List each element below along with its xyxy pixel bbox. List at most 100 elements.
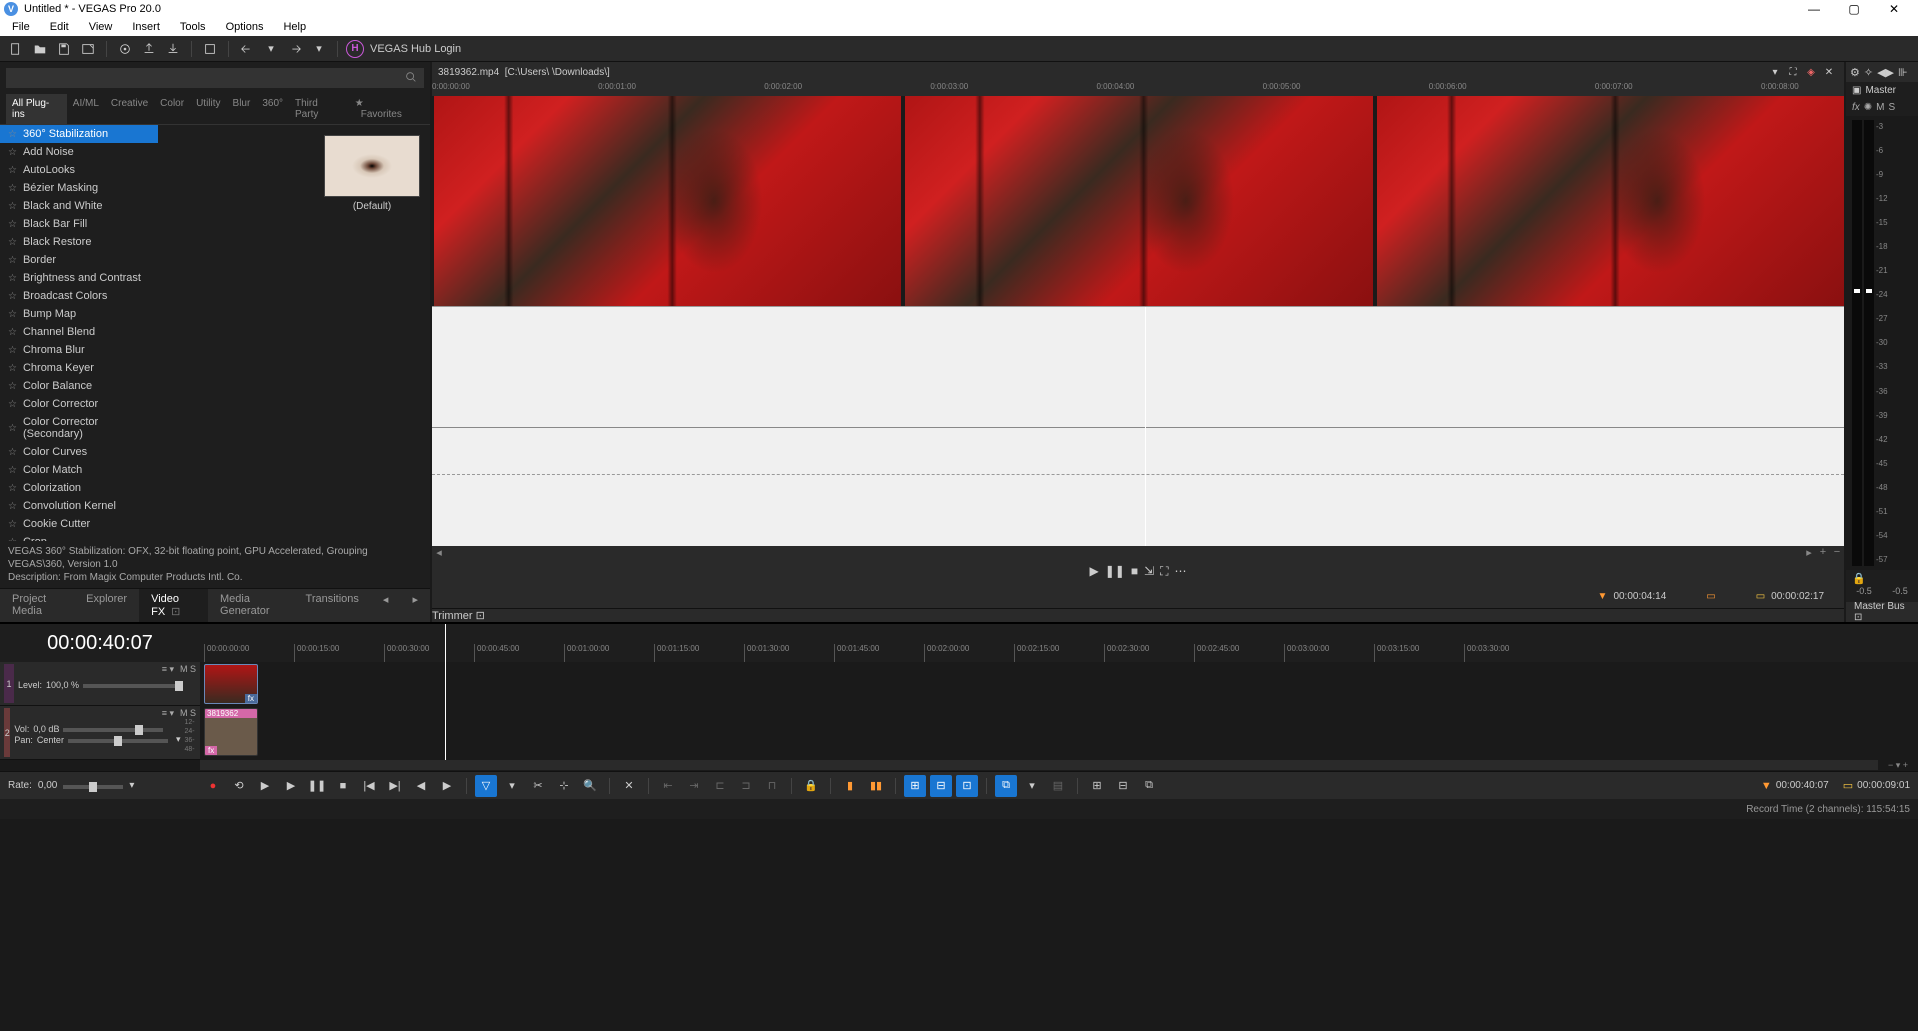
render-icon[interactable] — [78, 39, 98, 59]
timeline-playhead[interactable] — [445, 662, 446, 760]
zoom-button[interactable]: 🔍 — [579, 775, 601, 797]
prev-frame-button[interactable]: ◀ — [410, 775, 432, 797]
close-tab-icon[interactable]: ⊡ — [171, 606, 180, 618]
next-frame-button[interactable]: ▶ — [436, 775, 458, 797]
favorite-star-icon[interactable]: ☆ — [8, 447, 17, 458]
timeline-scrollbar[interactable] — [200, 760, 1878, 770]
redo-icon[interactable] — [285, 39, 305, 59]
undo-icon[interactable] — [237, 39, 257, 59]
trimmer-more-icon[interactable]: ⋯ — [1175, 564, 1187, 578]
record-button[interactable]: ● — [202, 775, 224, 797]
split-button[interactable]: ✂ — [527, 775, 549, 797]
plugin-item[interactable]: ☆Brightness and Contrast — [0, 269, 158, 287]
trimmer-playhead[interactable] — [1145, 307, 1146, 546]
tab-master-bus[interactable]: Master Bus ⊡ — [1846, 599, 1918, 625]
clip-fx-button[interactable]: fx — [205, 746, 217, 755]
trimmer-play-icon[interactable]: ▶ — [1089, 564, 1098, 578]
trimmer-dropdown-icon[interactable]: ▾ — [1766, 63, 1784, 81]
go-start-button[interactable]: |◀ — [358, 775, 380, 797]
master-downmix-icon[interactable]: ◀▶ — [1877, 66, 1894, 79]
ripple2-button[interactable]: ⊟ — [930, 775, 952, 797]
properties-icon[interactable] — [115, 39, 135, 59]
menu-help[interactable]: Help — [275, 21, 314, 33]
plugin-item[interactable]: ☆Black Bar Fill — [0, 215, 158, 233]
favorite-star-icon[interactable]: ☆ — [8, 255, 17, 266]
play-button[interactable]: ▶ — [280, 775, 302, 797]
tab-explorer[interactable]: Explorer — [74, 589, 139, 622]
plugin-item[interactable]: ☆Border — [0, 251, 158, 269]
delete-button[interactable]: ✕ — [618, 775, 640, 797]
crossfade-dropdown[interactable]: ▾ — [1021, 775, 1043, 797]
plugin-item[interactable]: ☆Color Corrector (Secondary) — [0, 413, 158, 443]
tab-color[interactable]: Color — [154, 94, 190, 124]
favorite-star-icon[interactable]: ☆ — [8, 519, 17, 530]
plugin-preset-preview[interactable]: (Default) — [314, 125, 430, 541]
misc1-button[interactable]: ⊞ — [1086, 775, 1108, 797]
favorite-star-icon[interactable]: ☆ — [8, 291, 17, 302]
plugin-item[interactable]: ☆Chroma Blur — [0, 341, 158, 359]
trimmer-scrollbar[interactable]: ◂▸+− — [432, 546, 1844, 558]
timeline-playhead-marker[interactable] — [445, 624, 446, 662]
plugin-item[interactable]: ☆AutoLooks — [0, 161, 158, 179]
upload-icon[interactable] — [139, 39, 159, 59]
plugin-item[interactable]: ☆Bézier Masking — [0, 179, 158, 197]
plugin-search[interactable] — [6, 68, 424, 88]
audio-clip[interactable]: 3819362 fx — [204, 708, 258, 756]
favorite-star-icon[interactable]: ☆ — [8, 129, 17, 140]
search-input[interactable] — [12, 71, 404, 86]
tab-scroll-right[interactable]: ▸ — [400, 589, 430, 622]
trim-start-button[interactable]: ⇤ — [657, 775, 679, 797]
master-mute-button[interactable]: M — [1876, 102, 1884, 113]
track-mute[interactable]: M — [180, 708, 188, 718]
trimmer-ruler[interactable]: 0:00:00:000:00:01:000:00:02:000:00:03:00… — [432, 82, 1844, 96]
loop-button[interactable]: ⟲ — [228, 775, 250, 797]
favorite-star-icon[interactable]: ☆ — [8, 183, 17, 194]
close-button[interactable]: ✕ — [1874, 2, 1914, 16]
track-solo[interactable]: S — [190, 664, 196, 674]
download-icon[interactable] — [163, 39, 183, 59]
plugin-item[interactable]: ☆360° Stabilization — [0, 125, 158, 143]
favorite-star-icon[interactable]: ☆ — [8, 219, 17, 230]
menu-insert[interactable]: Insert — [124, 21, 168, 33]
redo-dropdown-icon[interactable]: ▾ — [309, 39, 329, 59]
plugin-list[interactable]: ☆360° Stabilization☆Add Noise☆AutoLooks☆… — [0, 125, 314, 541]
maximize-button[interactable]: ▢ — [1834, 2, 1874, 16]
go-end-button[interactable]: ▶| — [384, 775, 406, 797]
favorite-star-icon[interactable]: ☆ — [8, 201, 17, 212]
favorite-star-icon[interactable]: ☆ — [8, 465, 17, 476]
stop-button[interactable]: ■ — [332, 775, 354, 797]
trim4-button[interactable]: ⊐ — [735, 775, 757, 797]
favorite-star-icon[interactable]: ☆ — [8, 237, 17, 248]
plugin-item[interactable]: ☆Black and White — [0, 197, 158, 215]
video-clip[interactable]: fx — [204, 664, 258, 704]
favorite-star-icon[interactable]: ☆ — [8, 363, 17, 374]
search-icon[interactable] — [404, 70, 418, 87]
auto-ripple-button[interactable]: ⊞ — [904, 775, 926, 797]
trimmer-pause-icon[interactable]: ❚❚ — [1105, 564, 1125, 578]
audio-track-header[interactable]: 2 ≡ ▾ M S Vol: 0,0 dB Pan: Center ▾ — [0, 706, 200, 760]
vegas-hub-button[interactable]: H VEGAS Hub Login — [346, 40, 461, 58]
plugin-item[interactable]: ☆Colorization — [0, 479, 158, 497]
trimmer-close-icon[interactable]: ✕ — [1820, 63, 1838, 81]
tab-scroll-left[interactable]: ◂ — [371, 589, 401, 622]
plugin-item[interactable]: ☆Add Noise — [0, 143, 158, 161]
timeline-ruler[interactable]: 00:00:00:0000:00:15:0000:00:30:0000:00:4… — [200, 624, 1918, 662]
master-lock-icon[interactable]: 🔒 — [1852, 572, 1866, 585]
plugin-item[interactable]: ☆Bump Map — [0, 305, 158, 323]
plugin-item[interactable]: ☆Cookie Cutter — [0, 515, 158, 533]
menu-edit[interactable]: Edit — [42, 21, 77, 33]
master-solo-button[interactable]: S — [1889, 102, 1896, 113]
favorite-star-icon[interactable]: ☆ — [8, 309, 17, 320]
tab-project-media[interactable]: Project Media — [0, 589, 74, 622]
tab-aiml[interactable]: AI/ML — [67, 94, 105, 124]
tab-media-generator[interactable]: Media Generator — [208, 589, 294, 622]
plugin-item[interactable]: ☆Color Match — [0, 461, 158, 479]
tab-trimmer[interactable]: Trimmer ⊡ — [432, 609, 485, 622]
what-icon[interactable] — [200, 39, 220, 59]
menu-view[interactable]: View — [81, 21, 121, 33]
snap2-button[interactable]: ▮▮ — [865, 775, 887, 797]
timeline-timecode[interactable]: 00:00:40:07 — [0, 624, 200, 662]
tab-creative[interactable]: Creative — [105, 94, 154, 124]
menu-options[interactable]: Options — [218, 21, 272, 33]
favorite-star-icon[interactable]: ☆ — [8, 147, 17, 158]
